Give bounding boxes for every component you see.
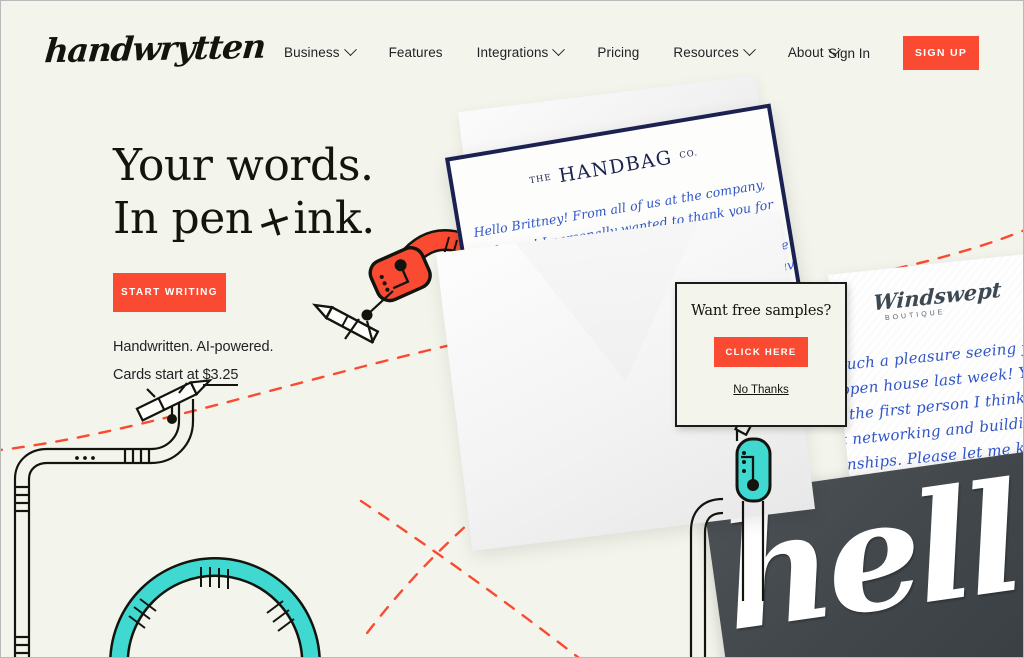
hero-price-prefix: Cards start at	[113, 367, 203, 383]
click-here-button[interactable]: CLICK HERE	[714, 337, 808, 367]
landing-page: Windswept BOUTIQUE It was such a pleasur…	[0, 0, 1024, 658]
chevron-down-icon	[343, 43, 357, 57]
page-title: Your words. In pen+ink.	[113, 139, 375, 251]
hero-heading-line2-a: In pen	[113, 193, 253, 244]
hero-section: Your words. In pen+ink. START WRITING Ha…	[113, 139, 375, 386]
sign-up-button[interactable]: SIGN UP	[903, 36, 979, 70]
nav-label-business: Business	[284, 45, 340, 60]
free-samples-modal: Want free samples? CLICK HERE No Thanks	[675, 282, 847, 427]
nav-item-integrations[interactable]: Integrations	[476, 43, 566, 60]
site-header: handwrytten Business Features Integratio…	[1, 1, 1023, 105]
sign-in-link[interactable]: Sign In	[828, 46, 870, 61]
main-navigation: Business Features Integrations Pricing R…	[284, 43, 841, 60]
nav-label-pricing: Pricing	[597, 45, 640, 60]
hero-subtitle-line2: Cards start at $3.25	[113, 367, 375, 386]
robot-arm-outline-with-pen	[13, 378, 213, 657]
no-thanks-link[interactable]: No Thanks	[733, 384, 788, 396]
hero-heading-plus: +	[248, 191, 300, 252]
red-dashed-arc-lower-a	[359, 499, 580, 657]
chevron-down-icon	[552, 43, 566, 57]
teal-arc-track	[109, 557, 321, 657]
nav-item-pricing[interactable]: Pricing	[597, 45, 639, 60]
nav-label-about: About	[787, 45, 824, 60]
nav-item-features[interactable]: Features	[389, 45, 443, 60]
hero-heading-line1: Your words.	[113, 140, 374, 191]
nav-item-resources[interactable]: Resources	[673, 43, 756, 60]
hero-subtitle-line1: Handwritten. AI-powered.	[113, 339, 274, 355]
nav-item-business[interactable]: Business	[284, 43, 357, 60]
red-dashed-arc-lower-b	[359, 469, 533, 643]
brand-logo[interactable]: handwrytten	[43, 27, 266, 71]
nav-label-features: Features	[388, 45, 443, 60]
modal-title: Want free samples?	[690, 303, 832, 319]
nav-label-resources: Resources	[673, 45, 739, 60]
nav-label-integrations: Integrations	[476, 45, 549, 60]
hero-price-value: $3.25	[202, 367, 238, 386]
chevron-down-icon	[742, 43, 756, 57]
start-writing-button[interactable]: START WRITING	[113, 273, 226, 312]
hero-heading-line2-b: ink.	[293, 193, 375, 244]
